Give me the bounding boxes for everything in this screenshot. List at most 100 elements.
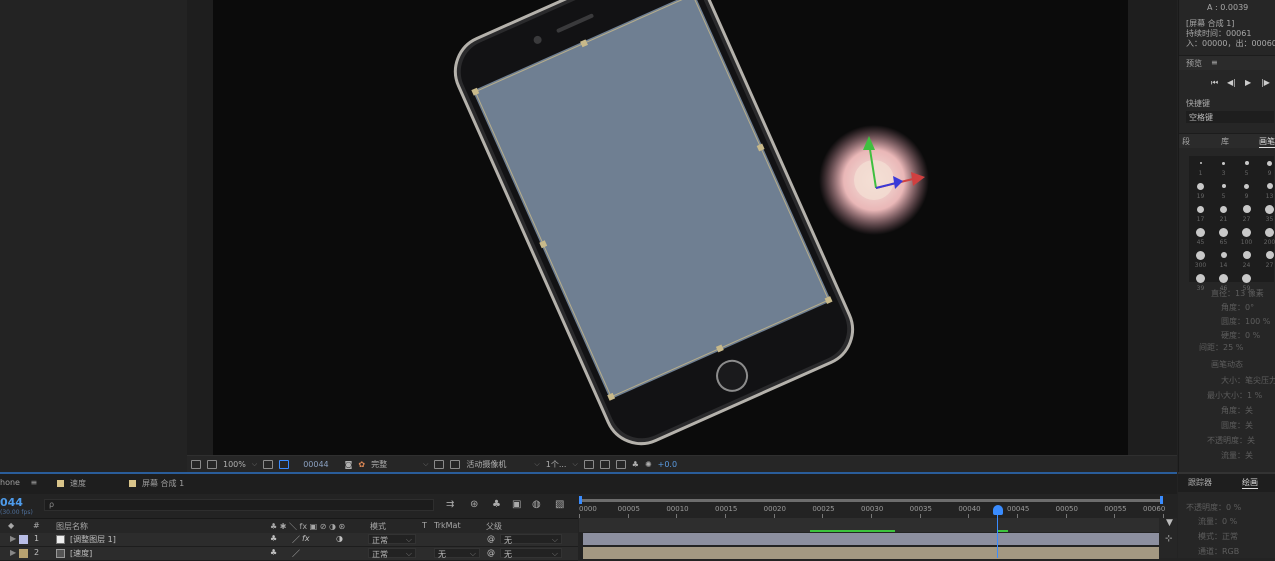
flowchart-icon[interactable]: ♣ [632,460,639,469]
brush-preset[interactable]: 35 [1258,202,1275,225]
brush-preset[interactable]: 21 [1212,202,1235,225]
chevron-down-icon[interactable]: ⌵ [534,460,539,469]
mask-path-icon[interactable] [279,459,290,469]
work-area-bar[interactable] [579,499,1163,502]
view-layout-select[interactable]: 1个... [546,459,567,470]
transparency-grid-icon[interactable] [450,459,461,469]
parent-select[interactable]: 无 ⌵ [500,534,562,545]
timeline-icon[interactable] [615,459,626,469]
tab-paragraph[interactable]: 段 [1182,136,1190,147]
next-frame-icon[interactable]: |▶ [1261,78,1270,87]
fx-switch-icon[interactable]: fx [302,534,310,543]
frame-blending-icon[interactable]: ▣ [512,499,521,510]
tab-paint[interactable]: 绘画 [1242,477,1258,489]
layer-row[interactable]: ▶ 1 [调整图层 1] ♣ ／ fx ◑ 正常 ⌵ @ 无 ⌵ [0,533,578,547]
playhead-handle[interactable] [993,505,1003,515]
comp-mini-flowchart-icon[interactable]: ⇉ [446,499,454,510]
layer-name[interactable]: [速度] [70,548,92,559]
brush-preset[interactable]: 5 [1235,156,1258,179]
shy-switch-icon[interactable]: ♣ [270,548,277,557]
region-of-interest-icon[interactable] [434,459,445,469]
preview-panel-title[interactable]: 预览 [1186,58,1202,69]
pixel-aspect-icon[interactable] [583,459,594,469]
brush-preset[interactable]: 27 [1235,202,1258,225]
brush-preset[interactable]: 13 [1258,179,1275,202]
brush-preset[interactable]: 300 [1189,248,1212,271]
pick-whip-icon[interactable]: @ [487,548,495,557]
brush-preset[interactable]: 14 [1212,248,1235,271]
brush-preset[interactable]: 3 [1212,156,1235,179]
mode-header[interactable]: 模式 [370,521,386,532]
tab-tracker[interactable]: 跟踪器 [1188,477,1212,488]
tab-library[interactable]: 库 [1221,136,1229,147]
brush-preset[interactable]: 1 [1189,156,1212,179]
tab-screen-comp[interactable]: 屏幕 合成 1 [129,478,184,489]
exposure-icon[interactable]: ✺ [645,460,652,469]
shortcut-select[interactable]: 空格键 [1186,111,1274,123]
tab-brushes[interactable]: 画笔 [1259,136,1275,148]
tab-iphone[interactable]: hone ≡ [0,478,37,487]
zoom-select[interactable]: 100% [223,460,246,469]
motion-blur-icon[interactable]: ◍ [532,499,541,510]
time-ruler[interactable]: 0000 00005 00010 00015 00020 00025 00030 00035 0… [579,494,1177,532]
previous-frame-icon[interactable]: ◀| [1227,78,1236,87]
hide-shy-layers-icon[interactable]: ♣ [492,499,501,510]
layer-name-header[interactable]: 图层名称 [56,521,88,532]
layer-row[interactable]: ▶ 2 [速度] ♣ ／ 正常 ⌵ 无 ⌵ @ 无 ⌵ [0,547,578,561]
comp-button-icon[interactable]: ⊹ [1165,534,1173,544]
brush-preset[interactable]: 100 [1235,225,1258,248]
parent-select[interactable]: 无 ⌵ [500,548,562,559]
mask-visibility-icon[interactable] [207,459,217,469]
timecode-display[interactable]: 00044 [303,460,328,469]
adjustment-switch-icon[interactable]: ◑ [336,534,343,543]
expand-triangle-icon[interactable]: ▶ [10,534,16,543]
work-area-end-handle[interactable] [1160,496,1163,504]
chevron-down-icon[interactable]: ⌵ [252,460,257,469]
tab-speed[interactable]: 速度 [57,478,86,489]
brush-preset[interactable]: 39 [1189,271,1212,294]
expand-triangle-icon[interactable]: ▶ [10,548,16,557]
color-channels-icon[interactable]: ✿ [358,460,365,469]
first-frame-icon[interactable]: ⏮ [1211,78,1218,88]
shy-switch-icon[interactable]: ♣ [270,534,277,543]
playhead-line[interactable] [997,514,998,558]
always-preview-icon[interactable] [191,459,201,469]
camera-view-select[interactable]: 活动摄像机 [466,459,506,470]
mode-select[interactable]: 正常 ⌵ [368,534,416,545]
brush-preset[interactable]: 24 [1235,248,1258,271]
adjustment-layer-bar[interactable] [583,533,1159,545]
graph-editor-icon[interactable]: ▧ [555,499,564,510]
chevron-down-icon[interactable]: ⌵ [572,460,577,469]
safe-margins-icon[interactable] [263,459,274,469]
brush-preset[interactable]: 19 [1189,179,1212,202]
brush-preset[interactable]: 9 [1235,179,1258,202]
mode-select[interactable]: 正常 ⌵ [368,548,416,559]
brush-preset[interactable]: 45 [1189,225,1212,248]
brush-preset[interactable]: 65 [1212,225,1235,248]
brush-preset[interactable]: 17 [1189,202,1212,225]
draft-3d-icon[interactable]: ⊛ [470,499,478,510]
brush-preset[interactable]: 27 [1258,248,1275,271]
quality-switch-icon[interactable]: ／ [292,548,300,559]
brush-presets-grid[interactable]: 1 3 5 9 19 5 9 13 17 21 27 35 45 65 100 200 300 14 24 27 39 4… [1189,156,1275,292]
chevron-down-icon[interactable]: ⌵ [423,460,428,469]
work-area-start-handle[interactable] [579,496,582,504]
current-time[interactable]: 044 [0,496,23,509]
quality-switch-icon[interactable]: ／ [292,534,300,545]
parent-header[interactable]: 父级 [486,521,502,532]
comp-marker-bin-icon[interactable]: ▼ [1166,518,1173,528]
speed-layer-bar[interactable] [583,547,1159,559]
camera-snapshot-icon[interactable]: ◙ [345,460,353,469]
play-icon[interactable]: ▶ [1245,78,1251,87]
layer-label-color[interactable] [19,535,28,544]
resolution-select[interactable]: 完整 [371,459,387,470]
brush-preset[interactable]: 5 [1212,179,1235,202]
fast-previews-icon[interactable] [599,459,610,469]
layer-label-color[interactable] [19,549,28,558]
exposure-value[interactable]: +0.0 [658,460,677,469]
panel-menu-icon[interactable]: ≡ [1211,58,1218,67]
layer-name[interactable]: [调整图层 1] [70,534,116,545]
composition-canvas[interactable] [213,0,1128,455]
trkmat-select[interactable]: 无 ⌵ [434,548,480,559]
layer-search-input[interactable]: ρ [44,499,434,511]
